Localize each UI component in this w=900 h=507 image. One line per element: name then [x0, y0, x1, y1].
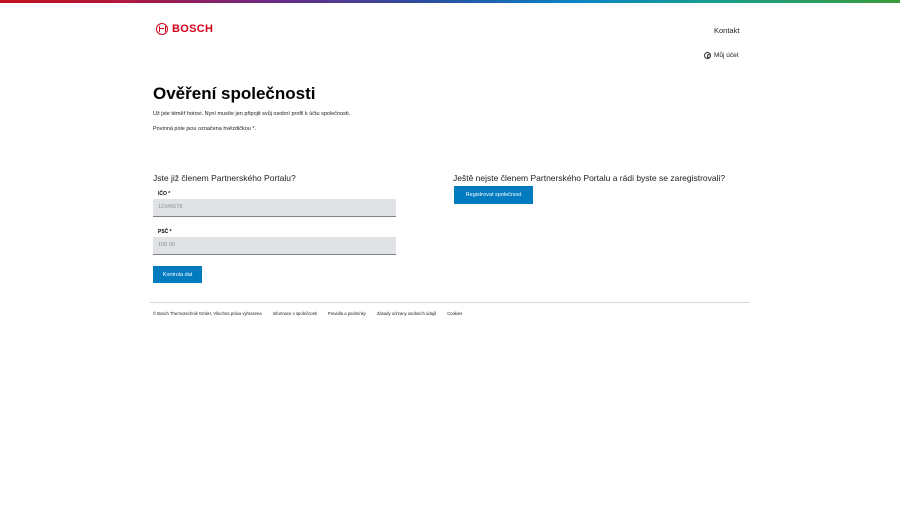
- user-icon: [704, 52, 711, 59]
- ico-field-label: IČO *: [158, 191, 171, 197]
- footer: © Bosch Thermotechnik GmbH, Všechna práv…: [153, 311, 462, 316]
- psc-field-label: PSČ *: [158, 229, 172, 235]
- register-company-button[interactable]: Registrovat společnost: [454, 186, 533, 204]
- footer-divider: [150, 302, 750, 303]
- brand-name: BOSCH: [172, 23, 214, 35]
- bosch-logo[interactable]: BOSCH: [156, 23, 213, 35]
- footer-link-terms[interactable]: Pravidla a podmínky: [328, 311, 366, 316]
- existing-member-heading: Jste již členem Partnerského Portalu?: [153, 173, 296, 183]
- brand-gradient-bar: [0, 0, 900, 3]
- footer-link-privacy[interactable]: Zásady ochrany osobních údajů: [377, 311, 436, 316]
- required-fields-note: Povinná pole jsou označena hvězdičkou *.: [153, 126, 257, 132]
- footer-link-company-info[interactable]: Informace o společnosti: [273, 311, 317, 316]
- page-title: Ověření společnosti: [153, 84, 316, 103]
- nav-link-contact[interactable]: Kontakt: [714, 26, 739, 35]
- register-heading: Ještě nejste členem Partnerského Portalu…: [453, 173, 726, 183]
- check-data-button[interactable]: Kontrola dat: [153, 266, 202, 283]
- intro-text: Už jste téměř hotovi. Nyní musíte jen př…: [153, 111, 351, 117]
- footer-link-cookies[interactable]: Cookies: [447, 311, 462, 316]
- my-account-label: Můj účet: [714, 52, 739, 59]
- psc-field[interactable]: 108 00: [153, 237, 396, 255]
- ico-field[interactable]: 12345678: [153, 199, 396, 217]
- my-account-link[interactable]: Můj účet: [704, 52, 739, 59]
- footer-copyright: © Bosch Thermotechnik GmbH, Všechna práv…: [153, 311, 262, 316]
- bosch-logo-icon: [156, 23, 168, 35]
